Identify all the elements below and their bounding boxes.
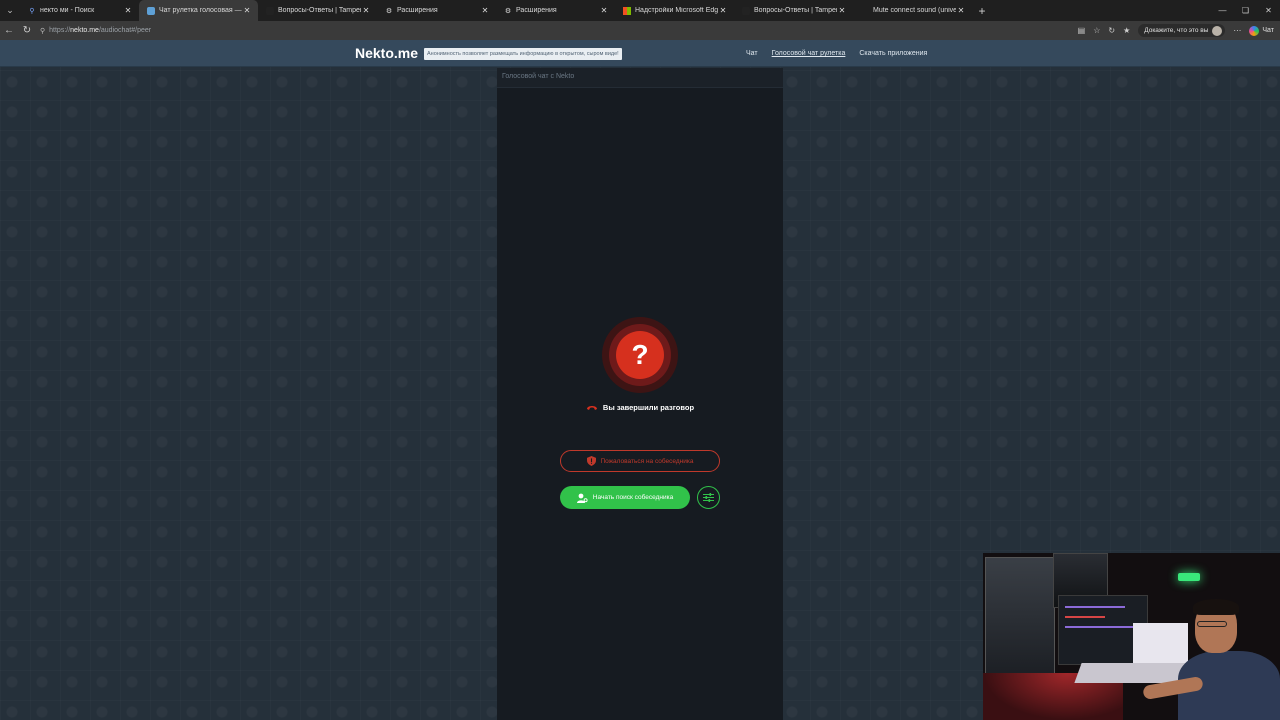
new-tab-icon[interactable]: +	[972, 4, 992, 18]
minimize-icon[interactable]: —	[1211, 0, 1234, 21]
webcam-screen-line	[1065, 616, 1105, 618]
url-prefix: https://	[49, 27, 71, 34]
search-icon: ⚲	[29, 7, 35, 15]
call-ended-text: Вы завершили разговор	[602, 403, 695, 412]
close-tab-icon[interactable]: ✕	[956, 6, 966, 15]
more-icon[interactable]: ⋯	[1233, 26, 1241, 35]
url-host: nekto.me	[70, 27, 99, 34]
search-button-label: Начать поиск собеседника	[592, 494, 674, 501]
tab-title: Вопросы-Ответы | Tampermonkey	[754, 7, 837, 14]
webcam-person-glasses	[1197, 621, 1227, 627]
tab-actions-menu-icon[interactable]: ⌄	[0, 0, 20, 21]
report-button-label: Пожаловаться на собеседника	[600, 457, 694, 465]
nav-voice-chat-link[interactable]: Голосовой чат рулетка	[772, 50, 846, 57]
reload-icon[interactable]: ↻	[18, 21, 36, 40]
favorites-list-icon[interactable]: ★	[1123, 26, 1130, 35]
browser-tab[interactable]: Вопросы-Ответы | Tampermonkey ✕	[258, 0, 377, 21]
browser-tab-strip: ⌄ ⚲ некто ми - Поиск ✕ Чат рулетка голос…	[0, 0, 1280, 21]
tampermonkey-icon	[742, 6, 750, 15]
avatar	[1212, 25, 1223, 36]
reader-mode-icon[interactable]: ▤	[1078, 26, 1086, 35]
webcam-green-light	[1178, 573, 1200, 581]
webcam-monitor	[1133, 623, 1188, 668]
webcam-person-hair	[1193, 599, 1239, 615]
copilot-icon	[1249, 25, 1260, 36]
back-icon[interactable]: ←	[0, 21, 18, 40]
question-mark-icon: ?	[616, 331, 664, 379]
tab-title: Расширения	[397, 7, 438, 14]
profile-button[interactable]: Докажите, что это вы	[1138, 24, 1226, 37]
refresh-extension-icon[interactable]: ↻	[1108, 26, 1115, 35]
shield-icon	[586, 456, 596, 466]
nav-download-apps-link[interactable]: Скачать приложения	[859, 50, 927, 57]
unknown-peer-indicator: ?	[602, 317, 678, 393]
tab-title: Чат рулетка голосовая — Nekto.me	[159, 7, 242, 14]
close-tab-icon[interactable]: ✕	[837, 6, 847, 15]
browser-tab[interactable]: ⚙ Расширения ✕	[496, 0, 615, 21]
tab-title: Надстройки Microsoft Edge	[635, 7, 718, 14]
voice-chat-panel: Голосовой чат с Nekto ? Вы завершили раз…	[497, 68, 783, 720]
tampermonkey-icon	[266, 6, 274, 15]
extensions-icon: ⚙	[504, 7, 512, 15]
close-tab-icon[interactable]: ✕	[242, 6, 252, 15]
hang-up-phone-icon	[586, 404, 598, 411]
report-peer-button[interactable]: Пожаловаться на собеседника	[560, 450, 720, 472]
site-logo[interactable]: Nekto.me	[355, 45, 418, 61]
url-field[interactable]: ⚲ https://nekto.me/audiochat#/peer	[40, 23, 1078, 38]
browser-tab-active[interactable]: Чат рулетка голосовая — Nekto.me ✕	[139, 0, 258, 21]
webcam-monitor	[985, 557, 1055, 677]
indicator-ring: ?	[609, 324, 671, 386]
browser-tab[interactable]: Надстройки Microsoft Edge ✕	[615, 0, 734, 21]
extensions-icon: ⚙	[385, 7, 393, 15]
copilot-button[interactable]: Чат	[1249, 25, 1274, 36]
favorite-star-icon[interactable]: ☆	[1093, 26, 1100, 35]
start-search-button[interactable]: Начать поиск собеседника	[560, 486, 690, 509]
browser-tab[interactable]: Вопросы-Ответы | Tampermonkey ✕	[734, 0, 853, 21]
nekto-favicon	[147, 6, 155, 15]
sliders-icon	[703, 493, 714, 502]
call-ended-status: Вы завершили разговор	[497, 403, 783, 412]
anonymity-notice: Анонимность позволяет размещать информац…	[424, 48, 622, 60]
webcam-screen-line	[1065, 626, 1135, 628]
site-header: Nekto.me Анонимность позволяет размещать…	[0, 40, 1280, 67]
profile-label: Докажите, что это вы	[1144, 27, 1209, 34]
browser-tab[interactable]: ⚲ некто ми - Поиск ✕	[20, 0, 139, 21]
close-tab-icon[interactable]: ✕	[361, 6, 371, 15]
copilot-label: Чат	[1262, 27, 1274, 34]
webcam-screen-line	[1065, 606, 1125, 608]
tab-title: Вопросы-Ответы | Tampermonkey	[278, 7, 361, 14]
close-tab-icon[interactable]: ✕	[599, 6, 609, 15]
close-tab-icon[interactable]: ✕	[480, 6, 490, 15]
webcam-person	[1142, 599, 1280, 720]
toolbar-right: ▤ ☆ ↻ ★ Докажите, что это вы ⋯ Чат	[1078, 24, 1280, 37]
restore-icon[interactable]: ❏	[1234, 0, 1257, 21]
address-bar-row: ← ↻ ⚲ https://nekto.me/audiochat#/peer ▤…	[0, 21, 1280, 40]
tab-title: некто ми - Поиск	[40, 7, 95, 14]
close-tab-icon[interactable]: ✕	[123, 6, 133, 15]
search-filters-button[interactable]	[697, 486, 720, 509]
tab-title: Расширения	[516, 7, 557, 14]
url-path: /audiochat#/peer	[98, 27, 152, 34]
tab-title: Mute connect sound (universal)	[873, 7, 956, 14]
webcam-overlay	[983, 553, 1280, 720]
user-search-icon	[576, 493, 588, 503]
panel-title: Голосовой чат с Nekto	[497, 68, 783, 88]
window-controls: — ❏ ✕	[1211, 0, 1280, 21]
microsoft-icon	[623, 6, 631, 15]
close-window-icon[interactable]: ✕	[1257, 0, 1280, 21]
lock-icon: ⚲	[40, 27, 46, 35]
site-nav: Чат Голосовой чат рулетка Скачать прилож…	[746, 50, 927, 57]
browser-tab[interactable]: ⚙ Расширения ✕	[377, 0, 496, 21]
script-icon	[861, 7, 869, 15]
nav-chat-link[interactable]: Чат	[746, 50, 758, 57]
close-tab-icon[interactable]: ✕	[718, 6, 728, 15]
browser-tab[interactable]: Mute connect sound (universal) ✕	[853, 0, 972, 21]
